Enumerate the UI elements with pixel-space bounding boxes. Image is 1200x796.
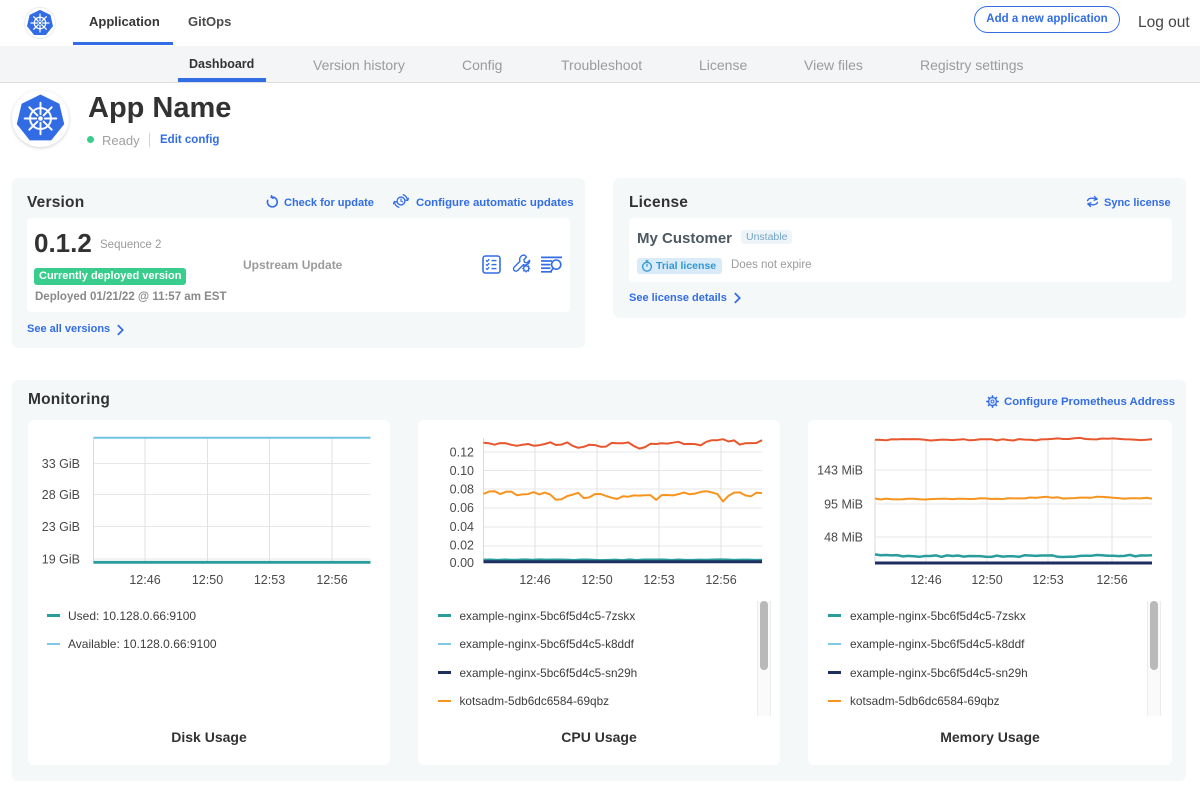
svg-text:0.08: 0.08 bbox=[450, 483, 474, 497]
svg-text:0.06: 0.06 bbox=[450, 501, 474, 515]
svg-text:48 MiB: 48 MiB bbox=[824, 531, 863, 545]
svg-text:143 MiB: 143 MiB bbox=[817, 464, 863, 478]
svg-text:12:50: 12:50 bbox=[192, 573, 223, 587]
svg-text:12:46: 12:46 bbox=[129, 573, 160, 587]
svg-text:12:53: 12:53 bbox=[643, 573, 674, 587]
svg-text:12:50: 12:50 bbox=[581, 573, 612, 587]
svg-text:0.10: 0.10 bbox=[450, 464, 474, 478]
svg-text:12:53: 12:53 bbox=[1032, 573, 1063, 587]
svg-text:23 GiB: 23 GiB bbox=[42, 520, 80, 534]
svg-text:12:56: 12:56 bbox=[1096, 573, 1127, 587]
svg-text:0.04: 0.04 bbox=[450, 520, 474, 534]
svg-text:19 GiB: 19 GiB bbox=[42, 553, 80, 567]
svg-text:0.12: 0.12 bbox=[450, 446, 474, 460]
svg-text:12:53: 12:53 bbox=[254, 573, 285, 587]
svg-text:33 GiB: 33 GiB bbox=[42, 457, 80, 471]
svg-text:12:56: 12:56 bbox=[316, 573, 347, 587]
svg-text:12:46: 12:46 bbox=[519, 573, 550, 587]
svg-text:0.02: 0.02 bbox=[450, 539, 474, 553]
svg-text:12:56: 12:56 bbox=[705, 573, 736, 587]
svg-text:28 GiB: 28 GiB bbox=[42, 488, 80, 502]
svg-text:12:46: 12:46 bbox=[910, 573, 941, 587]
svg-text:12:50: 12:50 bbox=[971, 573, 1002, 587]
svg-text:0.00: 0.00 bbox=[450, 556, 474, 570]
svg-text:95 MiB: 95 MiB bbox=[824, 498, 863, 512]
